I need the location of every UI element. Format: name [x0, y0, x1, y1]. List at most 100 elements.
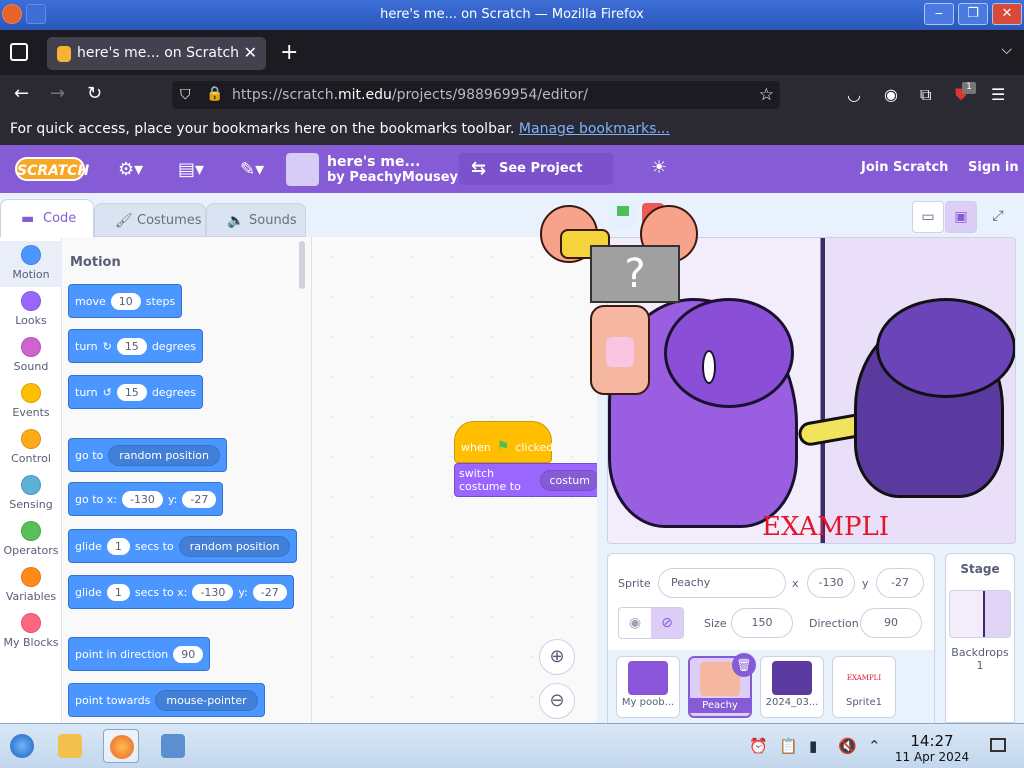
settings-gear-icon[interactable]: ⚙▾ [118, 159, 143, 180]
mute-icon[interactable]: 🔇 [838, 737, 857, 755]
category-operators[interactable]: Operators [0, 517, 62, 563]
palette-scrollbar[interactable] [299, 241, 305, 289]
sprite-info-pane: Sprite Peachy x -130 y -27 ◉ ⊘ Size 150 … [607, 553, 935, 724]
bookmarks-toolbar: For quick access, place your bookmarks h… [0, 115, 1024, 145]
glide-xy-block[interactable]: glide 1 secs to x: -130 y: -27 [68, 575, 294, 609]
sprite-card[interactable]: 2024_03... [760, 656, 824, 718]
reload-button[interactable]: ↻ [87, 85, 102, 103]
zoom-out-button[interactable]: ⊖ [539, 683, 575, 719]
normal-stage-button[interactable]: ▣ [945, 201, 977, 233]
clipboard-icon[interactable]: 📋 [779, 737, 798, 755]
extensions-icon[interactable]: ⧉ [920, 85, 931, 105]
firefox-taskbar-button[interactable] [103, 729, 139, 763]
category-looks[interactable]: Looks [0, 287, 62, 333]
lock-icon[interactable]: 🔒 [206, 86, 223, 102]
battery-icon[interactable]: ▮ [809, 737, 817, 755]
category-sound[interactable]: Sound [0, 333, 62, 379]
category-sensing[interactable]: Sensing [0, 471, 62, 517]
project-title[interactable]: here's me... [327, 154, 420, 170]
back-button[interactable]: ← [14, 85, 29, 103]
file-menu-icon[interactable]: ▤▾ [178, 159, 204, 180]
peachy-sprite[interactable]: ? [540, 205, 700, 415]
new-tab-button[interactable]: + [280, 40, 298, 65]
direction-field[interactable]: 90 [860, 608, 922, 638]
scratch-logo[interactable]: SCRATCH [15, 157, 89, 181]
sprite-name-field[interactable]: Peachy [658, 568, 786, 598]
file-explorer-button[interactable] [52, 729, 88, 763]
category-events[interactable]: Events [0, 379, 62, 425]
tab-code[interactable]: ▬ Code [0, 199, 94, 237]
sprite-card[interactable]: My poob... [616, 656, 680, 718]
scratch-menu-bar: SCRATCH ⚙▾ ▤▾ ✎▾ here's me... by PeachyM… [0, 145, 1024, 208]
show-eye-icon[interactable]: ◉ [619, 608, 651, 638]
scratch-editor: ▬ Code 🖌 Costumes 🔈 Sounds Motion Looks … [0, 193, 1024, 724]
hide-eye-icon[interactable]: ⊘ [651, 608, 683, 638]
close-window-button[interactable]: ✕ [992, 3, 1022, 25]
green-flag-icon: ⚑ [496, 439, 510, 455]
glide-block[interactable]: glide 1 secs to random position [68, 529, 298, 563]
turn-left-block[interactable]: turn ↺ 15 degrees [68, 375, 204, 409]
window-title-bar: here's me... on Scratch — Mozilla Firefo… [0, 0, 1024, 30]
firefox-icon [110, 735, 134, 759]
forward-button[interactable]: → [50, 85, 65, 103]
window-title: here's me... on Scratch — Mozilla Firefo… [380, 7, 644, 22]
category-motion[interactable]: Motion [0, 241, 62, 287]
browser-tab-strip: here's me... on Scratch ✕ + ⌵ [0, 30, 1024, 75]
stage-target-pane[interactable]: Stage Backdrops 1 [945, 553, 1015, 723]
visibility-toggle[interactable]: ◉ ⊘ [618, 607, 684, 639]
see-project-page-button[interactable]: ⇆ See Project Page [459, 153, 613, 208]
url-text[interactable]: https://scratch.mit.edu/projects/9889699… [232, 87, 588, 103]
size-field[interactable]: 150 [731, 608, 793, 638]
shield-icon[interactable]: ⛉ [180, 87, 191, 103]
turn-right-block[interactable]: turn ↻ 15 degrees [68, 329, 204, 363]
move-steps-block[interactable]: move 10 steps [68, 284, 183, 318]
sign-in-link[interactable]: Sign in [968, 160, 1019, 175]
tab-list-icon[interactable] [10, 43, 28, 61]
join-scratch-link[interactable]: Join Scratch [861, 160, 948, 175]
maximize-button[interactable]: ❐ [958, 3, 988, 25]
switch-costume-block[interactable]: switch costume to costum [454, 463, 597, 497]
tab-title: here's me... on Scratch [77, 45, 240, 61]
menu-icon[interactable]: ☰ [991, 85, 1005, 104]
minimize-button[interactable]: ‒ [924, 3, 954, 25]
bookmarks-hint: For quick access, place your bookmarks h… [10, 121, 670, 137]
computer-icon [161, 734, 185, 758]
bookmark-star-icon[interactable]: ☆ [759, 85, 774, 105]
alarm-icon[interactable]: ⏰ [749, 737, 768, 755]
point-towards-block[interactable]: point towards mouse-pointer [68, 683, 265, 717]
control-panel-button[interactable] [155, 729, 191, 763]
rotate-left-icon: ↺ [102, 385, 112, 399]
y-field[interactable]: -27 [876, 568, 924, 598]
sprite-card[interactable]: EXAMPLI Sprite1 [832, 656, 896, 718]
close-tab-icon[interactable]: ✕ [244, 43, 257, 62]
url-bar[interactable]: ⛉ 🔒 https://scratch.mit.edu/projects/988… [172, 81, 780, 109]
fullscreen-icon[interactable]: ⤢ [982, 201, 1014, 233]
delete-sprite-icon[interactable]: 🗑 [732, 653, 756, 677]
small-stage-button[interactable]: ▭ [912, 201, 944, 233]
zoom-in-button[interactable]: ⊕ [539, 639, 575, 675]
theme-bulb-icon[interactable]: ☀ [651, 157, 667, 178]
tab-sounds[interactable]: 🔈 Sounds [206, 203, 306, 237]
clock[interactable]: 14:27 11 Apr 2024 [892, 732, 972, 764]
go-to-xy-block[interactable]: go to x: -130 y: -27 [68, 482, 224, 516]
list-all-tabs-icon[interactable]: ⌵ [1001, 42, 1012, 58]
category-control[interactable]: Control [0, 425, 62, 471]
manage-bookmarks-link[interactable]: Manage bookmarks... [519, 121, 670, 137]
go-to-block[interactable]: go to random position [68, 438, 227, 472]
account-icon[interactable]: ◉ [884, 85, 898, 104]
category-variables[interactable]: Variables [0, 563, 62, 609]
pocket-icon[interactable]: ◡ [847, 85, 861, 104]
folder-icon [58, 734, 82, 758]
start-button[interactable] [4, 729, 40, 763]
browser-tab[interactable]: here's me... on Scratch ✕ [47, 37, 266, 70]
point-in-direction-block[interactable]: point in direction 90 [68, 637, 211, 671]
backdrops-label: Backdrops [951, 646, 1009, 659]
when-flag-clicked-block[interactable]: when ⚑ clicked [454, 421, 553, 463]
x-field[interactable]: -130 [807, 568, 855, 598]
scratch-favicon-icon [57, 46, 71, 62]
tray-expand-icon[interactable]: ⌃ [868, 737, 881, 755]
category-my-blocks[interactable]: My Blocks [0, 609, 62, 655]
tab-costumes[interactable]: 🖌 Costumes [94, 203, 206, 237]
show-desktop-icon[interactable] [990, 738, 1006, 752]
edit-menu-icon[interactable]: ✎▾ [240, 159, 264, 180]
